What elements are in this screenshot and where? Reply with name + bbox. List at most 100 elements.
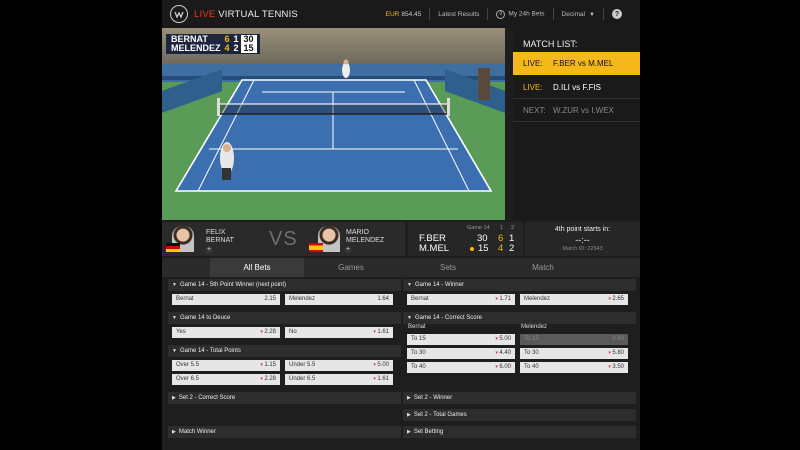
player1-last-name: BERNAT: [206, 237, 234, 244]
caret-right-icon: ▶: [407, 429, 411, 435]
odds-value: 0.60: [612, 336, 624, 342]
overlay-p2-points: 15: [240, 44, 257, 53]
latest-results-link[interactable]: Latest Results: [438, 11, 479, 18]
caret-down-icon: ▼: [172, 315, 177, 321]
market-header[interactable]: ▶ Set 2 - Winner: [403, 392, 636, 404]
odds-button[interactable]: To 15 5.00: [407, 334, 515, 345]
tab-games[interactable]: Games: [304, 258, 398, 277]
match-list-item[interactable]: LIVE: D.ILI vs F.FIS: [513, 76, 640, 99]
odds-format-select[interactable]: Decimal ▼: [562, 11, 595, 18]
odds-value: 1.64: [377, 296, 389, 302]
odds-button[interactable]: To 40 3.50: [520, 362, 628, 373]
market-header[interactable]: ▶ Set 2 - Total Games: [403, 409, 636, 421]
balance: EUR 854.45: [386, 11, 422, 18]
players-strip: + FELIX BERNAT VS + MARIO MELENDEZ: [162, 222, 405, 256]
score-p2-set1: 4: [498, 243, 504, 254]
caret-down-icon: ▼: [172, 282, 177, 288]
match-status-tag: LIVE:: [523, 59, 543, 68]
odds-label: Melendez: [524, 296, 551, 302]
market-header[interactable]: ▼ Game 14 - Total Points: [168, 345, 401, 357]
odds-label: To 40: [524, 364, 539, 370]
match-list-item[interactable]: LIVE: F.BER vs M.MEL: [513, 52, 640, 75]
divider: [603, 8, 604, 20]
match-list-item[interactable]: NEXT: W.ZUR vs I.WEX: [513, 99, 640, 122]
odds-button[interactable]: To 30 4.40: [407, 348, 515, 359]
odds-value: 1.71: [495, 294, 511, 305]
odds-value: 2.65: [608, 294, 624, 305]
market-title: Set 2 - Winner: [413, 395, 453, 401]
tab-sets[interactable]: Sets: [401, 258, 495, 277]
market-title: Game 14 - 5th Point Winner (next point): [179, 282, 287, 288]
overlay-p2-set1: 4: [224, 43, 230, 53]
odds-button[interactable]: Bernat 2.15: [172, 294, 280, 305]
caret-down-icon: ▼: [172, 348, 177, 354]
point-countdown: 4th point starts in: --:-- Match ID: 225…: [525, 222, 640, 256]
odds-value: 4.40: [495, 348, 511, 359]
market-header[interactable]: ▶ Set Betting: [403, 426, 636, 438]
odds-button[interactable]: Melendez 1.64: [285, 294, 393, 305]
odds-value: 2.28: [260, 327, 276, 338]
tab-all-bets[interactable]: All Bets: [210, 258, 304, 277]
odds-button[interactable]: Over 5.5 1.15: [172, 360, 280, 371]
odds-button[interactable]: To 30 5.80: [520, 348, 628, 359]
caret-down-icon: ▼: [407, 282, 412, 288]
tab-match[interactable]: Match: [496, 258, 590, 277]
set2-label: 2: [511, 225, 515, 231]
match-status-tag: NEXT:: [523, 105, 546, 115]
odds-format-label: Decimal: [561, 10, 586, 18]
odds-button[interactable]: Over 6.5 2.28: [172, 374, 280, 385]
odds-label: To 30: [411, 350, 426, 356]
odds-button[interactable]: Yes 2.28: [172, 327, 280, 338]
market-title: Set 2 - Correct Score: [178, 395, 236, 401]
plus-icon[interactable]: +: [205, 246, 213, 254]
match-list: MATCH LIST: LIVE: F.BER vs M.MEL LIVE: D…: [513, 28, 640, 220]
overlay-p2-set2: 2: [233, 43, 239, 53]
odds-value: 1.61: [373, 374, 389, 385]
odds-label: To 15: [411, 336, 426, 342]
game-label: Game 14: [467, 225, 490, 231]
spain-flag-icon: [309, 243, 323, 252]
match-name: W.ZUR vs I.WEX: [553, 105, 614, 115]
odds-label: Under 6.5: [289, 376, 316, 382]
title-rest: VIRTUAL TENNIS: [218, 8, 298, 20]
market-header[interactable]: ▼ Game 14 - 5th Point Winner (next point): [168, 279, 401, 291]
market-title: Game 14 - Correct Score: [414, 315, 482, 321]
market-header[interactable]: ▼ Game 14 - Winner: [403, 279, 636, 291]
help-icon[interactable]: ?: [612, 9, 622, 19]
market-header[interactable]: ▶ Set 2 - Correct Score: [168, 392, 401, 404]
odds-button[interactable]: To 40 6.00: [407, 362, 515, 373]
germany-flag-icon: [166, 243, 180, 252]
odds-value: 2.28: [260, 374, 276, 385]
match-name: F.BER vs M.MEL: [553, 59, 614, 68]
match-status-tag: LIVE:: [523, 82, 543, 92]
market-title: Set Betting: [413, 429, 444, 435]
odds-value: 5.00: [373, 360, 389, 371]
score-p2-points: 15: [478, 243, 489, 254]
odds-value: 3.50: [608, 362, 624, 373]
odds-button[interactable]: No 1.61: [285, 327, 393, 338]
odds-label: Melendez: [289, 296, 316, 302]
bets-count-badge: 0: [496, 9, 506, 19]
odds-button[interactable]: Under 6.5 1.61: [285, 374, 393, 385]
my-bets-link[interactable]: 0 My 24h Bets: [496, 9, 545, 19]
countdown-title: 4th point starts in:: [554, 226, 611, 233]
odds-button[interactable]: Melendez 2.65: [520, 294, 628, 305]
versus-label: VS: [269, 228, 298, 250]
divider: [552, 8, 554, 20]
odds-label: To 40: [411, 364, 426, 370]
odds-button[interactable]: Under 5.5 5.00: [285, 360, 393, 371]
market-header[interactable]: ▼ Game 14 to Deuce: [168, 312, 401, 324]
balance-currency: EUR: [385, 10, 400, 18]
odds-label: Bernat: [411, 296, 429, 302]
market-title: Game 14 - Winner: [414, 282, 464, 288]
plus-icon[interactable]: +: [344, 246, 352, 254]
odds-value: 6.00: [495, 362, 511, 373]
player2-name: MARIO MELENDEZ: [346, 229, 384, 245]
market-header[interactable]: ▶ Match Winner: [168, 426, 401, 438]
odds-label: Bernat: [176, 296, 194, 302]
market-header[interactable]: ▼ Game 14 - Correct Score: [403, 312, 636, 324]
odds-button[interactable]: Bernat 1.71: [407, 294, 515, 305]
odds-label: To 15: [524, 336, 539, 342]
caret-right-icon: ▶: [172, 395, 176, 401]
tennis-court: [174, 59, 493, 192]
